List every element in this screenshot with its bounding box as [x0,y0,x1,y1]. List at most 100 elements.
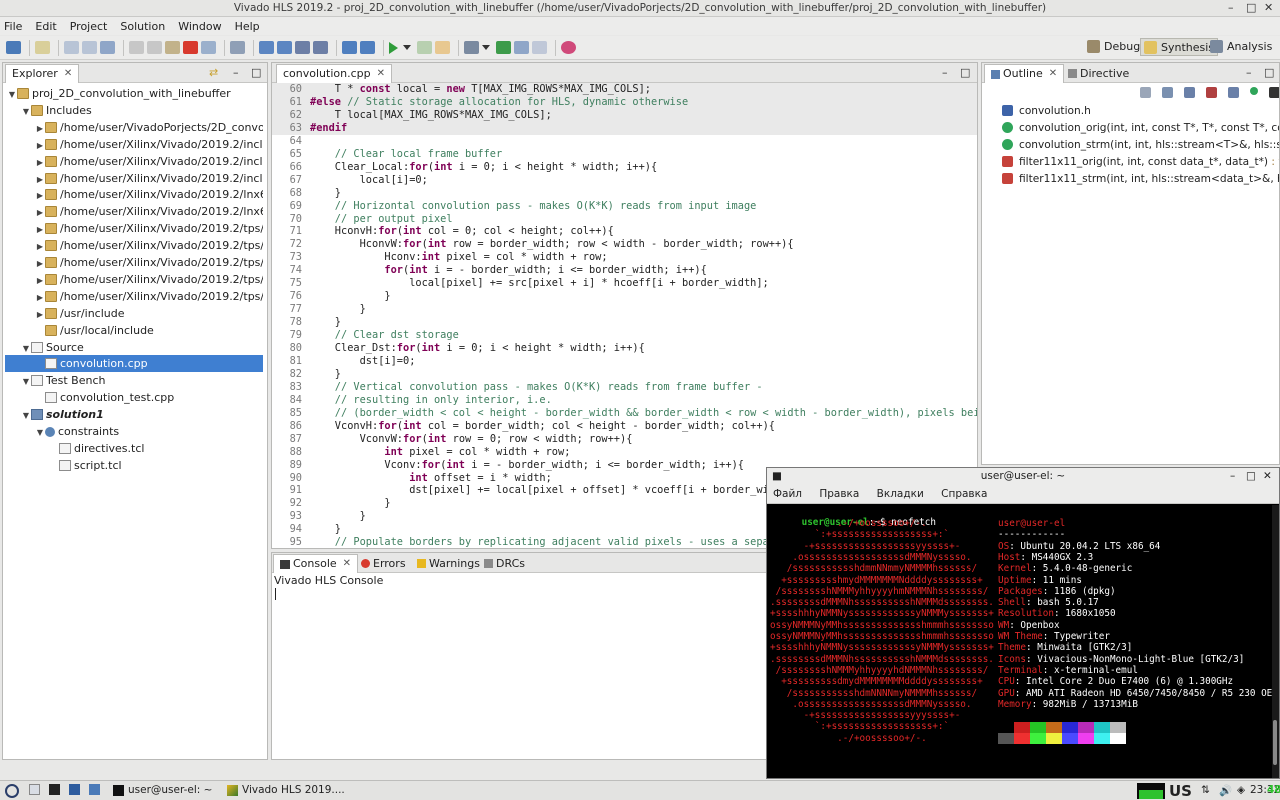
expand-right-icon[interactable]: ▶ [35,238,45,254]
paste-icon[interactable] [165,41,180,54]
settings-launcher[interactable] [89,784,104,795]
expand-right-icon[interactable]: ▶ [35,171,45,187]
tree-item[interactable]: script.tcl [5,457,263,474]
tree-item[interactable]: ▶ /home/user/Xilinx/Vivado/2019.2/include [5,136,263,153]
expand-down-icon[interactable]: ▼ [21,103,31,119]
expand-right-icon[interactable]: ▶ [35,187,45,203]
tree-item[interactable]: ▶ /home/user/Xilinx/Vivado/2019.2/tps/lnx… [5,254,263,271]
tree-item[interactable]: ▼ Includes [5,102,263,119]
run-dropdown-icon[interactable] [403,45,411,50]
perspective-analysis[interactable]: Analysis [1210,40,1272,53]
expand-right-icon[interactable]: ▶ [35,306,45,322]
expand-right-icon[interactable]: ▶ [35,272,45,288]
tree-item[interactable]: ▶ /home/user/Xilinx/Vivado/2019.2/tps/lnx… [5,271,263,288]
delete-icon[interactable] [183,41,198,54]
perspective-debug[interactable]: Debug [1087,40,1140,53]
save-icon[interactable] [64,41,79,54]
terminal-menu-edit[interactable]: Правка [819,488,859,500]
outline-item[interactable]: convolution_strm(int, int, hls::stream<T… [1002,137,1279,154]
tree-item[interactable]: ▶ /home/user/Xilinx/Vivado/2019.2/tps/lnx… [5,288,263,305]
close-icon[interactable]: ✕ [1049,65,1057,83]
terminal-close-button[interactable]: ✕ [1263,468,1272,485]
tree-item[interactable]: ▶ /home/user/Xilinx/Vivado/2019.2/include… [5,153,263,170]
tree-item[interactable]: ▼ proj_2D_convolution_with_linebuffer [5,85,263,102]
minimize-view-icon[interactable]: – [942,66,948,79]
keyboard-layout[interactable]: US [1169,782,1192,800]
cut-icon[interactable] [129,41,144,54]
volume-icon[interactable]: 🔊 [1219,784,1232,797]
expand-right-icon[interactable]: ▶ [35,204,45,220]
close-icon[interactable]: ✕ [377,65,385,83]
solution-settings-icon[interactable] [277,41,292,54]
compare-icon[interactable] [514,41,529,54]
expand-right-icon[interactable]: ▶ [35,120,45,136]
group-includes-icon[interactable] [1269,87,1279,98]
compare-reports-icon[interactable] [313,41,328,54]
expand-right-icon[interactable]: ▶ [35,154,45,170]
outline-item[interactable]: filter11x11_strm(int, int, hls::stream<d… [1002,171,1279,188]
tab-warnings[interactable]: Warnings [411,554,486,573]
tree-item[interactable]: ▼ Source [5,339,263,356]
tree-item[interactable]: ▶ /home/user/Xilinx/Vivado/2019.2/include… [5,170,263,187]
expand-down-icon[interactable]: ▼ [35,424,45,440]
expand-down-icon[interactable]: ▼ [7,86,17,102]
task-vivado[interactable]: Vivado HLS 2019.... [227,784,345,796]
show-desktop-button[interactable] [29,784,44,795]
expand-right-icon[interactable]: ▶ [35,255,45,271]
task-terminal[interactable]: user@user-el: ~ [113,784,212,796]
index-icon[interactable] [342,41,357,54]
terminal-scroll-thumb[interactable] [1273,720,1277,765]
terminal-menu-file[interactable]: Файл [773,488,802,500]
menu-help[interactable]: Help [235,20,260,33]
tree-item[interactable]: ▼ Test Bench [5,372,263,389]
close-icon[interactable]: ✕ [64,65,72,83]
terminal-menu-help[interactable]: Справка [941,488,987,500]
help-icon[interactable] [561,41,576,54]
menu-project[interactable]: Project [70,20,108,33]
close-icon[interactable]: ✕ [343,555,351,573]
tab-console[interactable]: Console ✕ [273,554,359,573]
run-c-synthesis-icon[interactable] [389,41,398,54]
tab-convolution-cpp[interactable]: convolution.cpp ✕ [276,64,392,83]
link-editor-icon[interactable]: ⇄ [209,66,218,79]
new-file-icon[interactable] [35,41,50,54]
terminal-maximize-button[interactable]: □ [1246,468,1256,485]
tree-item[interactable]: ▼ solution1 [5,406,263,423]
start-menu-button[interactable] [5,784,19,798]
tree-item[interactable]: ▼ constraints [5,423,263,440]
green-dot-icon[interactable] [1250,87,1258,95]
tree-item[interactable]: ▶ /usr/include [5,305,263,322]
terminal-scrollbar[interactable] [1272,505,1279,778]
synthesis-report-icon[interactable] [496,41,511,54]
new-solution-icon[interactable] [295,41,310,54]
notifications-icon[interactable]: ◈ [1237,784,1245,796]
menu-edit[interactable]: Edit [35,20,56,33]
export-rtl-icon[interactable] [435,41,450,54]
tab-directive[interactable]: Directive [1062,64,1135,83]
maximize-view-icon[interactable]: □ [251,66,261,79]
find-icon[interactable] [201,41,216,54]
files-launcher[interactable] [69,784,84,795]
maximize-view-icon[interactable]: □ [1264,66,1274,79]
tree-item[interactable]: ▶ /home/user/Xilinx/Vivado/2019.2/tps/lnx… [5,237,263,254]
terminal-output[interactable]: user@user-el:~$ neofetch .-/+oossssoo+/-… [767,505,1278,778]
terminal-minimize-button[interactable]: – [1230,468,1235,485]
expand-down-icon[interactable]: ▼ [21,373,31,389]
hide-fields-icon[interactable] [1184,87,1195,98]
expand-right-icon[interactable]: ▶ [35,289,45,305]
expand-right-icon[interactable]: ▶ [35,221,45,237]
tree-item[interactable]: directives.tcl [5,440,263,457]
tree-item[interactable]: convolution.cpp [5,355,263,373]
menu-window[interactable]: Window [178,20,221,33]
open-wave-viewer-icon[interactable] [464,41,479,54]
expand-down-icon[interactable]: ▼ [21,407,31,423]
minimize-view-icon[interactable]: – [233,66,239,79]
terminal-launcher[interactable] [49,784,64,795]
menu-file[interactable]: File [4,20,22,33]
expand-down-icon[interactable]: ▼ [21,340,31,356]
tab-explorer[interactable]: Explorer ✕ [5,64,80,83]
tree-item[interactable]: /usr/local/include [5,322,263,339]
print-icon[interactable] [230,41,245,54]
expand-right-icon[interactable]: ▶ [35,137,45,153]
project-settings-icon[interactable] [259,41,274,54]
